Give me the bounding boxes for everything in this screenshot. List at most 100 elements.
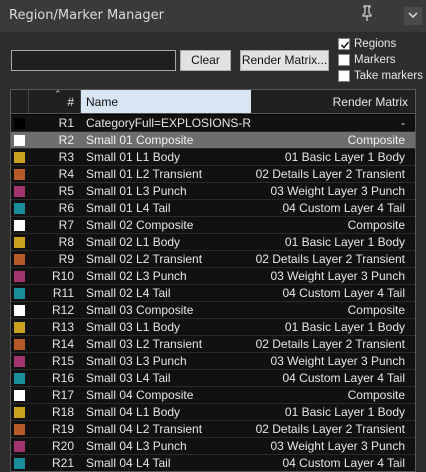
region-render-matrix[interactable]: Composite [348, 133, 405, 147]
table-row[interactable]: R7 Small 02 Composite Composite [11, 217, 415, 234]
region-render-matrix[interactable]: 04 Custom Layer 4 Tail [282, 201, 405, 215]
region-name[interactable]: CategoryFull=EXPLOSIONS-RE... [86, 116, 251, 130]
region-name[interactable]: Small 02 L2 Transient [86, 252, 251, 266]
region-render-matrix[interactable]: 02 Details Layer 2 Transient [256, 252, 405, 266]
table-row[interactable]: R18 Small 04 L1 Body 01 Basic Layer 1 Body [11, 404, 415, 421]
regions-checkbox-box[interactable] [338, 38, 350, 50]
region-name[interactable]: Small 04 L4 Tail [86, 456, 251, 470]
region-name[interactable]: Small 03 L4 Tail [86, 371, 251, 385]
region-color-swatch[interactable] [14, 373, 25, 384]
region-name[interactable]: Small 03 L3 Punch [86, 354, 251, 368]
markers-checkbox-box[interactable] [338, 54, 350, 66]
region-render-matrix[interactable]: 01 Basic Layer 1 Body [285, 320, 405, 334]
region-render-matrix[interactable]: 04 Custom Layer 4 Tail [282, 286, 405, 300]
region-render-matrix[interactable]: 03 Weight Layer 3 Punch [270, 184, 405, 198]
close-icon [408, 12, 418, 19]
table-row[interactable]: R14 Small 03 L2 Transient 02 Details Layer… [11, 336, 415, 353]
region-name[interactable]: Small 03 L2 Transient [86, 337, 251, 351]
region-color-swatch[interactable] [14, 390, 25, 401]
region-color-swatch[interactable] [14, 407, 25, 418]
table-row[interactable]: R9 Small 02 L2 Transient 02 Details Layer … [11, 251, 415, 268]
region-color-swatch[interactable] [14, 441, 25, 452]
region-name[interactable]: Small 04 L2 Transient [86, 422, 251, 436]
region-render-matrix[interactable]: 04 Custom Layer 4 Tail [282, 456, 405, 470]
region-name[interactable]: Small 03 Composite [86, 303, 251, 317]
table-row[interactable]: R17 Small 04 Composite Composite [11, 387, 415, 404]
table-row[interactable]: R15 Small 03 L3 Punch 03 Weight Layer 3 Pu… [11, 353, 415, 370]
table-row[interactable]: R1 CategoryFull=EXPLOSIONS-RE... - [11, 115, 415, 132]
region-color-swatch[interactable] [14, 305, 25, 316]
table-row[interactable]: R16 Small 03 L4 Tail 04 Custom Layer 4 Tai… [11, 370, 415, 387]
region-color-swatch[interactable] [14, 254, 25, 265]
region-color-swatch[interactable] [14, 356, 25, 367]
search-input[interactable] [11, 50, 176, 71]
table-row[interactable]: R2 Small 01 Composite Composite [11, 132, 415, 149]
region-color-swatch[interactable] [14, 118, 25, 129]
render-matrix-column-header[interactable]: Render Matrix [251, 90, 415, 113]
region-name[interactable]: Small 01 L2 Transient [86, 167, 251, 181]
region-name[interactable]: Small 01 L4 Tail [86, 201, 251, 215]
table-row[interactable]: R3 Small 01 L1 Body 01 Basic Layer 1 Body [11, 149, 415, 166]
region-number: R17 [51, 388, 74, 402]
region-color-swatch[interactable] [14, 339, 25, 350]
region-name[interactable]: Small 01 L3 Punch [86, 184, 251, 198]
region-render-matrix[interactable]: 02 Details Layer 2 Transient [256, 337, 405, 351]
clear-button[interactable]: Clear [180, 50, 231, 71]
table-row[interactable]: R12 Small 03 Composite Composite [11, 302, 415, 319]
number-column-header[interactable]: ⌃ # [29, 90, 81, 113]
take-markers-checkbox-box[interactable] [338, 70, 350, 82]
region-name[interactable]: Small 02 L3 Punch [86, 269, 251, 283]
region-color-swatch[interactable] [14, 322, 25, 333]
region-render-matrix[interactable]: 01 Basic Layer 1 Body [285, 235, 405, 249]
region-color-swatch[interactable] [14, 203, 25, 214]
table-row[interactable]: R19 Small 04 L2 Transient 02 Details Layer… [11, 421, 415, 438]
region-color-swatch[interactable] [14, 237, 25, 248]
region-name[interactable]: Small 01 L1 Body [86, 150, 251, 164]
region-render-matrix[interactable]: - [401, 116, 405, 130]
table-row[interactable]: R20 Small 04 L3 Punch 03 Weight Layer 3 Pu… [11, 438, 415, 455]
region-render-matrix[interactable]: 02 Details Layer 2 Transient [256, 422, 405, 436]
pin-icon[interactable] [359, 4, 375, 24]
region-name[interactable]: Small 04 Composite [86, 388, 251, 402]
region-color-swatch[interactable] [14, 458, 25, 469]
region-render-matrix[interactable]: Composite [348, 388, 405, 402]
region-render-matrix[interactable]: 03 Weight Layer 3 Punch [270, 354, 405, 368]
table-row[interactable]: R10 Small 02 L3 Punch 03 Weight Layer 3 Pu… [11, 268, 415, 285]
region-name[interactable]: Small 02 L4 Tail [86, 286, 251, 300]
region-name[interactable]: Small 04 L1 Body [86, 405, 251, 419]
table-row[interactable]: R5 Small 01 L3 Punch 03 Weight Layer 3 Pun… [11, 183, 415, 200]
region-render-matrix[interactable]: Composite [348, 303, 405, 317]
region-name[interactable]: Small 02 L1 Body [86, 235, 251, 249]
render-matrix-button[interactable]: Render Matrix... [240, 50, 329, 71]
region-color-swatch[interactable] [14, 271, 25, 282]
region-name[interactable]: Small 04 L3 Punch [86, 439, 251, 453]
region-name[interactable]: Small 03 L1 Body [86, 320, 251, 334]
region-color-swatch[interactable] [14, 152, 25, 163]
region-number: R20 [51, 439, 74, 453]
color-column-header[interactable] [11, 90, 29, 113]
region-render-matrix[interactable]: 03 Weight Layer 3 Punch [270, 269, 405, 283]
table-row[interactable]: R4 Small 01 L2 Transient 02 Details Layer … [11, 166, 415, 183]
close-button[interactable] [404, 7, 422, 25]
region-color-swatch[interactable] [14, 135, 25, 146]
table-row[interactable]: R8 Small 02 L1 Body 01 Basic Layer 1 Body [11, 234, 415, 251]
table-row[interactable]: R13 Small 03 L1 Body 01 Basic Layer 1 Body [11, 319, 415, 336]
region-color-swatch[interactable] [14, 424, 25, 435]
region-color-swatch[interactable] [14, 186, 25, 197]
table-row[interactable]: R11 Small 02 L4 Tail 04 Custom Layer 4 Tai… [11, 285, 415, 302]
region-render-matrix[interactable]: 01 Basic Layer 1 Body [285, 150, 405, 164]
region-name[interactable]: Small 02 Composite [86, 218, 251, 232]
region-render-matrix[interactable]: 02 Details Layer 2 Transient [256, 167, 405, 181]
table-row[interactable]: R21 Small 04 L4 Tail 04 Custom Layer 4 Tai… [11, 455, 415, 471]
region-name[interactable]: Small 01 Composite [86, 133, 251, 147]
name-column-header[interactable]: Name [81, 90, 251, 113]
region-render-matrix[interactable]: 04 Custom Layer 4 Tail [282, 371, 405, 385]
region-color-swatch[interactable] [14, 169, 25, 180]
region-render-matrix[interactable]: Composite [348, 218, 405, 232]
table-row[interactable]: R6 Small 01 L4 Tail 04 Custom Layer 4 Tail [11, 200, 415, 217]
region-render-matrix[interactable]: 01 Basic Layer 1 Body [285, 405, 405, 419]
region-number: R14 [51, 337, 74, 351]
region-color-swatch[interactable] [14, 288, 25, 299]
region-color-swatch[interactable] [14, 220, 25, 231]
region-render-matrix[interactable]: 03 Weight Layer 3 Punch [270, 439, 405, 453]
